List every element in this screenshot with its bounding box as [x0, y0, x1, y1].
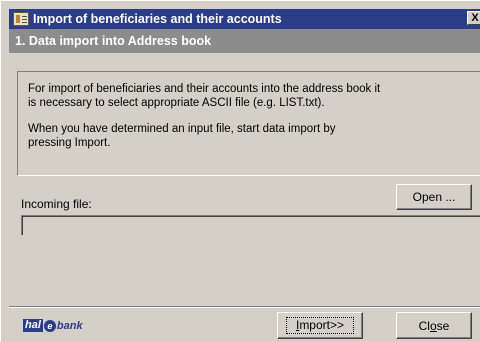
title-bar[interactable]: Import of beneficiaries and their accoun… — [9, 9, 480, 29]
step-header: 1. Data import into Address book — [9, 29, 480, 53]
incoming-file-label: Incoming file: — [21, 197, 92, 211]
close-mnemonic: o — [429, 318, 437, 333]
step-title: 1. Data import into Address book — [15, 34, 212, 48]
close-label-prefix: Cl — [418, 318, 430, 333]
import-button[interactable]: Import>> — [277, 312, 363, 339]
logo-bank: bank — [56, 319, 83, 332]
info-paragraph-1: For import of beneficiaries and their ac… — [28, 83, 381, 109]
import-button-focus: Import>> — [285, 317, 355, 334]
close-button[interactable]: Cl o se — [396, 312, 472, 339]
app-icon — [13, 12, 29, 26]
import-dialog: Import of beneficiaries and their accoun… — [0, 0, 480, 342]
close-label-suffix: se — [436, 318, 450, 333]
open-button[interactable]: Open ... — [396, 184, 472, 210]
logo-hal: hal — [23, 319, 43, 332]
window-title: Import of beneficiaries and their accoun… — [33, 12, 282, 26]
info-paragraph-2: When you have determined an input file, … — [28, 123, 336, 149]
halcom-logo: hal e bank — [23, 319, 83, 332]
close-icon[interactable]: X — [467, 11, 480, 25]
info-panel: For import of beneficiaries and their ac… — [17, 71, 480, 176]
incoming-file-input[interactable] — [21, 215, 480, 235]
logo-e: e — [43, 319, 56, 332]
footer-divider — [9, 306, 480, 308]
open-button-label: Open ... — [412, 190, 456, 204]
import-label-rest: mport>> — [299, 318, 345, 332]
